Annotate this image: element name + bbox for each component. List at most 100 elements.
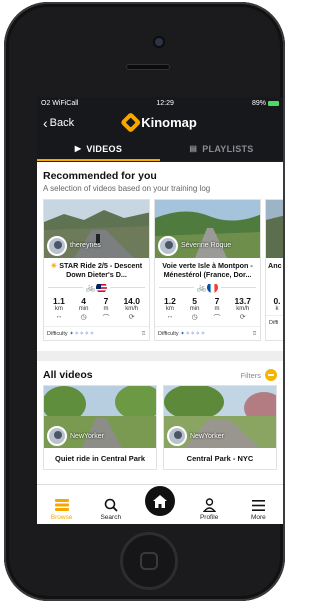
elevation-icon: ⌒ bbox=[102, 315, 110, 322]
difficulty-label: Difficulty bbox=[158, 331, 179, 337]
stat-duration: 5 min ◷ bbox=[189, 296, 200, 321]
video-card-partial[interactable]: Anc 0. k Diffi bbox=[265, 199, 283, 341]
nav-more[interactable]: More bbox=[238, 496, 278, 521]
phone-home-button[interactable] bbox=[120, 532, 178, 590]
difficulty-row: Difficulty ✦✧✧✧✧ ♖ bbox=[155, 326, 260, 340]
battery-percent: 89% bbox=[251, 100, 266, 107]
nav-profile[interactable]: Profile bbox=[189, 496, 229, 521]
video-title: Central Park - NYC bbox=[186, 454, 254, 463]
bottom-navigation: Browse Search Profile More bbox=[37, 484, 283, 524]
navigation-bar: ‹ Back Kinomap bbox=[37, 110, 283, 136]
clock-icon: ◷ bbox=[80, 314, 87, 321]
battery-icon bbox=[267, 101, 279, 106]
difficulty-label: Difficulty bbox=[47, 331, 68, 337]
distance-icon: ↔ bbox=[55, 313, 63, 320]
video-card[interactable]: Séverine Roque Voie verte Isle à Montpon… bbox=[154, 199, 261, 341]
video-card[interactable]: NewYorker Central Park - NYC bbox=[163, 385, 277, 470]
tab-videos[interactable]: ▶ VIDEOS bbox=[37, 136, 160, 161]
avatar bbox=[47, 236, 67, 256]
menu-icon bbox=[251, 496, 265, 514]
filters-button[interactable]: Filters bbox=[241, 369, 277, 381]
all-videos-grid: NewYorker Quiet ride in Central Park New… bbox=[37, 385, 283, 470]
author-name: NewYorker bbox=[190, 433, 224, 440]
trophy-icon: ♖ bbox=[141, 331, 146, 337]
video-title: ☀ STAR Ride 2/5 - Descent Down Dieter's … bbox=[50, 261, 143, 279]
flag-row: 🚲 bbox=[44, 280, 149, 294]
phone-top-bezel bbox=[4, 2, 285, 90]
stat-speed: 13.7 km/h ⟳ bbox=[234, 296, 251, 321]
video-thumbnail: NewYorker bbox=[164, 386, 276, 448]
home-icon bbox=[152, 494, 167, 508]
bike-icon: 🚲 bbox=[85, 282, 96, 292]
back-button[interactable]: ‹ Back bbox=[43, 114, 75, 131]
video-thumbnail: NewYorker bbox=[44, 386, 156, 448]
author-name: thereynes bbox=[70, 242, 101, 249]
recommended-title: Recommended for you bbox=[43, 170, 157, 182]
nav-profile-label: Profile bbox=[199, 514, 219, 521]
back-label: Back bbox=[49, 117, 75, 129]
flag-row: 🚲 bbox=[155, 280, 260, 294]
video-title: Quiet ride in Central Park bbox=[54, 454, 146, 463]
tab-videos-label: VIDEOS bbox=[86, 143, 123, 154]
kinomap-logo-icon bbox=[120, 111, 142, 134]
recommended-subtitle: A selection of videos based on your trai… bbox=[43, 184, 211, 193]
chevron-left-icon: ‹ bbox=[43, 114, 48, 131]
nav-search[interactable]: Search bbox=[91, 496, 131, 521]
elevation-icon: ⌒ bbox=[213, 315, 221, 322]
stat-distance: 1.1 km ↔ bbox=[52, 296, 65, 320]
video-card[interactable]: NewYorker Quiet ride in Central Park bbox=[43, 385, 157, 470]
stat-distance: 1.2 km ↔ bbox=[163, 296, 176, 320]
home-button[interactable] bbox=[144, 486, 175, 516]
battery-indicator: 89% bbox=[252, 100, 279, 107]
filters-label: Filters bbox=[240, 370, 261, 380]
avatar bbox=[47, 426, 67, 446]
author-name: Séverine Roque bbox=[181, 242, 232, 249]
avatar bbox=[158, 236, 178, 256]
stat-elevation: 7 m ⌒ bbox=[213, 296, 221, 322]
nav-home[interactable] bbox=[140, 486, 180, 521]
all-videos-header: All videos Filters bbox=[37, 361, 283, 385]
avatar bbox=[167, 426, 187, 446]
playlist-icon: ▤ bbox=[189, 144, 198, 153]
distance-icon: ↔ bbox=[166, 313, 174, 320]
video-title: Anc bbox=[268, 261, 282, 270]
browse-icon bbox=[54, 496, 69, 514]
tab-bar: ▶ VIDEOS ▤ PLAYLISTS bbox=[37, 136, 283, 162]
tab-playlists[interactable]: ▤ PLAYLISTS bbox=[160, 136, 283, 161]
search-icon bbox=[104, 496, 118, 514]
status-bar: O2 WiFiCall 12:29 89% bbox=[37, 97, 283, 110]
speed-icon: ⟳ bbox=[239, 314, 246, 321]
difficulty-icons: ✦✧✧✧✧ bbox=[69, 331, 95, 337]
trophy-icon: ♖ bbox=[252, 331, 257, 337]
video-thumbnail: Séverine Roque bbox=[155, 200, 260, 258]
video-card[interactable]: thereynes ☀ STAR Ride 2/5 - Descent Down… bbox=[43, 199, 150, 341]
screen: O2 WiFiCall 12:29 89% ‹ Back Kinomap ▶ V… bbox=[37, 97, 283, 524]
recommended-carousel[interactable]: thereynes ☀ STAR Ride 2/5 - Descent Down… bbox=[43, 199, 283, 341]
difficulty-row: Difficulty ✦✧✧✧✧ ♖ bbox=[44, 326, 149, 340]
speed-icon: ⟳ bbox=[128, 314, 135, 321]
nav-search-label: Search bbox=[100, 514, 122, 521]
tab-playlists-label: PLAYLISTS bbox=[202, 143, 254, 154]
difficulty-row: Diffi bbox=[266, 315, 283, 329]
video-stats: 0. k bbox=[266, 294, 283, 312]
video-icon: ▶ bbox=[74, 144, 82, 153]
nav-more-label: More bbox=[250, 514, 266, 521]
brand-name: Kinomap bbox=[141, 115, 197, 130]
stat-speed: 14.0 km/h ⟳ bbox=[123, 296, 140, 321]
stat-distance: 0. k bbox=[273, 296, 281, 312]
video-stats: 1.1 km ↔ 4 min ◷ 7 m ⌒ 14.0 km/h ⟳ bbox=[44, 294, 149, 323]
nav-browse-label: Browse bbox=[50, 514, 73, 521]
fr-flag-icon bbox=[207, 282, 219, 293]
video-thumbnail bbox=[266, 200, 283, 258]
clock: 12:29 bbox=[156, 100, 174, 107]
bike-icon: 🚲 bbox=[196, 282, 207, 292]
recommended-section: Recommended for you A selection of video… bbox=[37, 162, 283, 341]
section-divider bbox=[37, 351, 283, 361]
clock-icon: ◷ bbox=[191, 314, 198, 321]
front-camera bbox=[155, 38, 163, 46]
all-videos-title: All videos bbox=[43, 369, 93, 381]
stat-elevation: 7 m ⌒ bbox=[102, 296, 110, 322]
earpiece-speaker bbox=[126, 64, 170, 70]
star-icon: ☀ bbox=[50, 261, 60, 270]
nav-browse[interactable]: Browse bbox=[42, 496, 82, 521]
